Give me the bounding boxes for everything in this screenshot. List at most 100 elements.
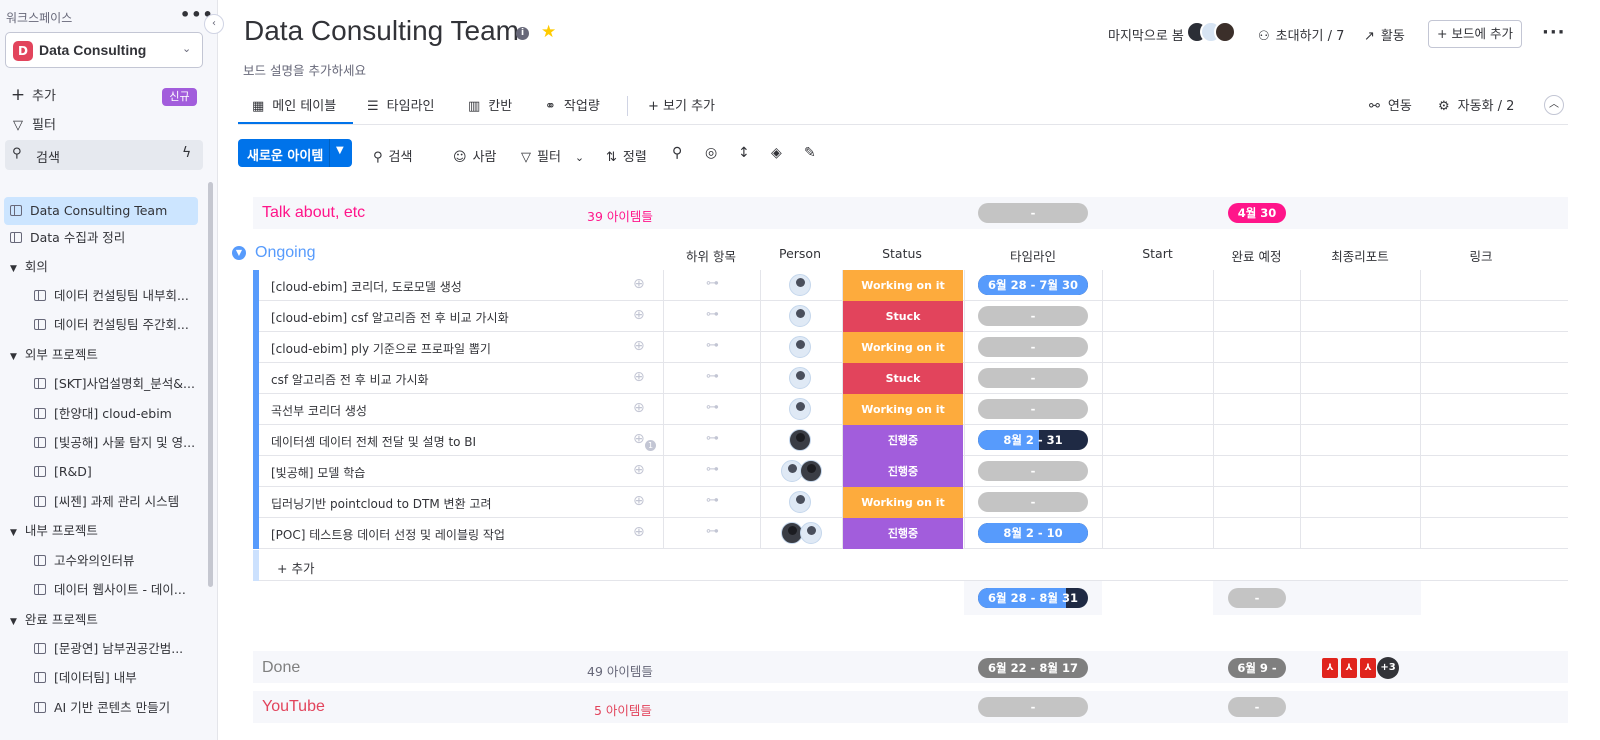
column-header[interactable]: 링크	[1420, 246, 1542, 265]
info-icon[interactable]: i	[516, 27, 529, 40]
board-title[interactable]: Data Consulting Team	[244, 15, 519, 47]
subitem-icon[interactable]: ⊶	[706, 493, 719, 508]
column-header[interactable]: 타임라인	[964, 246, 1102, 265]
add-update-icon[interactable]: ⊕	[633, 338, 645, 354]
group-header-talk[interactable]	[253, 197, 1568, 229]
status-cell[interactable]: Stuck	[843, 301, 963, 332]
timeline-summary[interactable]: 6월 28 - 8월 31	[978, 588, 1088, 608]
add-item-row[interactable]: + 추가	[253, 550, 1568, 581]
column-header[interactable]: 최종리포트	[1300, 246, 1420, 265]
more-files-badge[interactable]: +3	[1377, 657, 1399, 679]
add-update-icon[interactable]: ⊕	[633, 276, 645, 292]
item-name[interactable]: [빛공해] 모델 학습	[271, 464, 365, 481]
row-height-icon[interactable]: ↕	[738, 145, 750, 161]
timeline-cell[interactable]: -	[978, 368, 1088, 388]
timeline-cell[interactable]: 8월 2 - 10	[978, 523, 1088, 543]
sidebar-folder[interactable]: ▼ 외부 프로젝트	[10, 341, 204, 369]
subitem-icon[interactable]: ⊶	[706, 524, 719, 539]
item-name[interactable]: 딥러닝기반 pointcloud to DTM 변환 고려	[271, 495, 492, 512]
add-update-icon[interactable]: ⊕	[633, 431, 645, 447]
person-avatar[interactable]	[789, 305, 811, 327]
add-update-icon[interactable]: ⊕	[633, 462, 645, 478]
sidebar-board-item[interactable]: [데이터팀] 내부	[28, 664, 198, 692]
tab-timeline[interactable]: ☰ 타임라인	[367, 95, 435, 114]
person-filter-button[interactable]: ☺ 사람	[453, 146, 496, 165]
subitem-icon[interactable]: ⊶	[706, 369, 719, 384]
timeline-cell[interactable]: -	[978, 337, 1088, 357]
person-avatar[interactable]	[800, 522, 822, 544]
chevron-down-icon[interactable]: ⌄	[575, 151, 584, 164]
status-cell[interactable]: Working on it	[843, 487, 963, 518]
status-cell[interactable]: Working on it	[843, 270, 963, 301]
pdf-file-icon[interactable]: ⅄	[1322, 658, 1338, 678]
add-update-icon[interactable]: ⊕	[633, 400, 645, 416]
star-icon[interactable]: ★	[541, 22, 556, 42]
add-update-icon[interactable]: ⊕	[633, 524, 645, 540]
sidebar-board-item[interactable]: Data 수집과 정리	[4, 224, 198, 252]
collapse-header-icon[interactable]: ︿	[1544, 95, 1564, 115]
activity-button[interactable]: ↗ 활동	[1364, 25, 1405, 44]
timeline-cell[interactable]: 8월 2 - 31	[978, 430, 1088, 450]
sidebar-board-item[interactable]: 고수와의인터뷰	[28, 547, 198, 575]
add-update-icon[interactable]: ⊕	[633, 369, 645, 385]
sort-button[interactable]: ⇅ 정렬	[606, 146, 647, 165]
item-name[interactable]: 곡선부 코리더 생성	[271, 402, 367, 419]
timeline-cell[interactable]: -	[978, 306, 1088, 326]
collapse-group-icon[interactable]: ▼	[232, 246, 246, 260]
new-item-button[interactable]: 새로운 아이템 ▼	[238, 139, 352, 167]
table-row[interactable]: 곡선부 코리더 생성 ⊕ ⊶ Working on it -	[253, 394, 1568, 425]
sidebar-board-item[interactable]: [SKT]사업설명회_분석&...	[28, 370, 198, 398]
sidebar-board-item[interactable]: AI 기반 콘텐츠 만들기	[28, 694, 198, 722]
status-cell[interactable]: Working on it	[843, 332, 963, 363]
item-name[interactable]: [cloud-ebim] csf 알고리즘 전 후 비교 가시화	[271, 309, 509, 326]
pen-icon[interactable]: ✎	[804, 145, 816, 161]
sidebar-folder[interactable]: ▼ 완료 프로젝트	[10, 606, 204, 634]
subitem-icon[interactable]: ⊶	[706, 431, 719, 446]
person-avatar[interactable]	[800, 460, 822, 482]
column-header[interactable]: 완료 예정	[1213, 246, 1300, 265]
table-row[interactable]: 데이터셈 데이터 전체 전달 및 설명 to BI ⊕ 1 ⊶ 진행중 8월 2 - 31	[253, 425, 1568, 456]
sidebar-board-item[interactable]: 데이터 웹사이트 - 데이...	[28, 576, 198, 604]
sidebar-board-item[interactable]: 데이터 컨설팅팀 주간회...	[28, 311, 198, 339]
person-avatar[interactable]	[789, 336, 811, 358]
sidebar-folder[interactable]: ▼ 회의	[10, 253, 204, 281]
subitem-icon[interactable]: ⊶	[706, 307, 719, 322]
tab-main-table[interactable]: ▦ 메인 테이블	[252, 95, 336, 114]
table-row[interactable]: csf 알고리즘 전 후 비교 가시화 ⊕ ⊶ Stuck -	[253, 363, 1568, 394]
timeline-summary[interactable]: 6월 22 - 8월 17	[978, 658, 1088, 678]
chevron-down-icon[interactable]: ▼	[336, 145, 344, 156]
sidebar-board-item[interactable]: Data Consulting Team	[4, 197, 198, 225]
timeline-cell[interactable]: -	[978, 399, 1088, 419]
integrate-button[interactable]: ⚯ 연동	[1369, 95, 1412, 114]
due-summary[interactable]: 6월 9 - 7...	[1228, 658, 1286, 678]
invite-button[interactable]: ⚇ 초대하기 / 7	[1258, 25, 1344, 44]
table-row[interactable]: [cloud-ebim] csf 알고리즘 전 후 비교 가시화 ⊕ ⊶ Stuck -	[253, 301, 1568, 332]
column-header[interactable]: 하위 항목	[672, 246, 750, 265]
avatar[interactable]	[1214, 21, 1236, 43]
sidebar-board-item[interactable]: 데이터 컨설팅팀 내부회...	[28, 282, 198, 310]
sidebar-search[interactable]: ⚲ 검색 ϟ	[5, 140, 203, 170]
sidebar-board-item[interactable]: [R&D]	[28, 458, 198, 486]
sidebar-board-item[interactable]: [빛공해] 사물 탐지 및 영...	[28, 429, 198, 457]
filter-button[interactable]: ▽ 필터 ⌄	[521, 146, 584, 165]
timeline-summary[interactable]: -	[978, 697, 1088, 717]
person-avatar[interactable]	[789, 429, 811, 451]
add-action[interactable]: + 추가	[10, 85, 56, 105]
status-cell[interactable]: Stuck	[843, 363, 963, 394]
filter-action[interactable]: ▽ 필터	[10, 114, 56, 133]
due-summary[interactable]: -	[1228, 697, 1286, 717]
add-view-button[interactable]: + 보기 추가	[648, 95, 715, 114]
paint-bucket-icon[interactable]: ◈	[771, 145, 782, 161]
hide-icon[interactable]: ◎	[705, 145, 717, 161]
column-header[interactable]: Person	[760, 246, 840, 261]
column-header[interactable]: Status	[842, 246, 962, 261]
person-avatar[interactable]	[789, 274, 811, 296]
status-cell[interactable]: Working on it	[843, 394, 963, 425]
sidebar-board-item[interactable]: [문광연] 남부권공간범...	[28, 635, 198, 663]
sidebar-folder[interactable]: ▼ 내부 프로젝트	[10, 517, 204, 545]
group-title[interactable]: Done	[262, 659, 300, 677]
table-row[interactable]: 딥러닝기반 pointcloud to DTM 변환 고려 ⊕ ⊶ Working o…	[253, 487, 1568, 518]
last-seen-label[interactable]: 마지막으로 봄	[1108, 25, 1184, 44]
subitem-icon[interactable]: ⊶	[706, 400, 719, 415]
add-to-board-button[interactable]: + 보드에 추가	[1428, 20, 1522, 48]
